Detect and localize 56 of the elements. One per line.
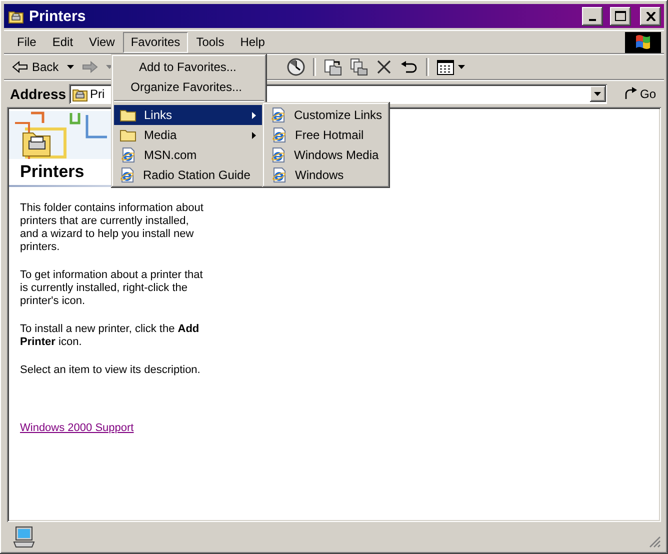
support-link[interactable]: Windows 2000 Support [20,422,134,434]
submenu-arrow-icon [252,112,256,118]
menu-item[interactable]: MSN.com [114,145,264,165]
menu-item[interactable]: Tools [188,32,232,52]
folder-icon [120,128,136,142]
forward-arrow-icon [82,61,98,73]
description-text: Select an item to view its description. [20,364,202,377]
close-button[interactable] [640,6,661,26]
menu-item[interactable]: View [81,32,123,52]
folder-copy-icon [350,58,368,76]
address-label: Address [10,86,66,102]
back-button[interactable]: Back [9,58,62,76]
menu-item[interactable]: Help [232,32,273,52]
minimize-button[interactable] [582,6,603,26]
go-button[interactable]: Go [616,85,659,103]
grid-icon [436,60,454,74]
menu-item[interactable]: Customize Links [265,105,387,125]
browser-icon [270,167,286,183]
close-icon [646,12,656,20]
window-title: Printers [29,8,87,24]
flag-icon [634,34,652,50]
browser-icon [120,147,136,163]
folder-icon [120,108,136,122]
minimize-icon [589,18,596,20]
folder-arrow-icon [324,58,342,76]
resize-grip-icon[interactable] [649,536,661,548]
undo-icon [400,60,418,74]
menu-item[interactable]: Favorites [122,32,188,52]
menu-item[interactable]: Windows [265,165,387,185]
back-arrow-icon [12,61,28,73]
maximize-button[interactable] [610,6,631,26]
caret-icon [458,65,465,69]
maximize-icon [615,11,626,21]
browser-icon [270,127,286,143]
delete-icon [376,59,392,75]
description-text: To get information about a printer that is currently installed, right-click the printer's icon. [20,269,204,308]
menu-item[interactable]: File [9,32,44,52]
caret-icon [594,92,602,96]
panel-title: Printers [20,162,84,182]
menu-item[interactable]: Edit [44,32,82,52]
menu-item[interactable]: Links [114,105,264,125]
browser-icon [270,147,286,163]
menu-item[interactable]: Add to Favorites... [114,57,264,77]
browser-icon [270,107,286,123]
menu-item[interactable]: Radio Station Guide [114,165,264,185]
address-dropdown[interactable] [590,86,606,102]
clock-icon [286,58,305,76]
description-text: This folder contains information about printers that are currently installed, and a wizard to help you install new printers. [20,202,204,254]
menu-item[interactable]: Windows Media [265,145,387,165]
caret-icon [66,65,74,69]
submenu-arrow-icon [252,132,256,138]
menu-item[interactable]: Free Hotmail [265,125,387,145]
description-text: To install a new printer, click the Add Printer icon. [20,323,200,349]
computer-icon [13,526,35,548]
menu-item[interactable]: Media [114,125,264,145]
browser-icon [119,167,135,183]
